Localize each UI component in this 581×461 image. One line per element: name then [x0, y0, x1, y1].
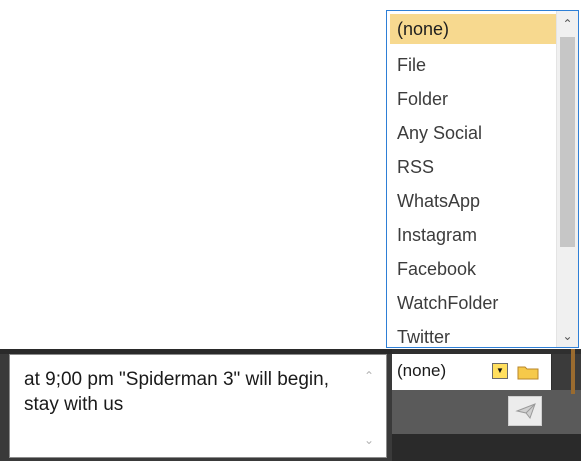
source-combo-box[interactable]: (none) ▼ [392, 354, 551, 390]
dropdown-item-any-social[interactable]: Any Social [387, 116, 556, 150]
send-button[interactable] [508, 396, 542, 426]
dropdown-item-none[interactable]: (none) [390, 14, 556, 44]
dropdown-item-folder[interactable]: Folder [387, 82, 556, 116]
folder-icon[interactable] [517, 365, 539, 380]
message-scrollbar[interactable]: ⌃ ⌄ [352, 355, 386, 457]
dropdown-items: (none) File Folder Any Social RSS WhatsA… [387, 14, 556, 354]
source-dropdown-list[interactable]: (none) File Folder Any Social RSS WhatsA… [386, 10, 579, 348]
scrollbar-thumb[interactable] [560, 37, 575, 247]
dropdown-item-file[interactable]: File [387, 48, 556, 82]
dropdown-item-facebook[interactable]: Facebook [387, 252, 556, 286]
dropdown-item-rss[interactable]: RSS [387, 150, 556, 184]
send-icon [515, 403, 536, 420]
chevron-up-icon[interactable]: ⌃ [557, 13, 578, 35]
message-textarea[interactable]: at 9;00 pm "Spiderman 3" will begin, sta… [9, 354, 387, 458]
bottom-strip [392, 434, 581, 461]
dropdown-item-whatsapp[interactable]: WhatsApp [387, 184, 556, 218]
dropdown-item-watchfolder[interactable]: WatchFolder [387, 286, 556, 320]
combo-value: (none) [397, 361, 447, 380]
message-text: at 9;00 pm "Spiderman 3" will begin, sta… [24, 369, 329, 415]
chevron-up-icon[interactable]: ⌃ [360, 369, 378, 383]
side-panel [552, 354, 581, 390]
chevron-down-icon[interactable]: ⌄ [557, 325, 578, 347]
toolbar-strip [392, 390, 581, 434]
dropdown-scrollbar[interactable]: ⌃ ⌄ [556, 11, 578, 347]
chevron-down-icon[interactable]: ⌄ [360, 433, 378, 447]
dropdown-item-instagram[interactable]: Instagram [387, 218, 556, 252]
side-accent [571, 349, 575, 394]
dropdown-arrow-icon[interactable]: ▼ [492, 363, 508, 379]
